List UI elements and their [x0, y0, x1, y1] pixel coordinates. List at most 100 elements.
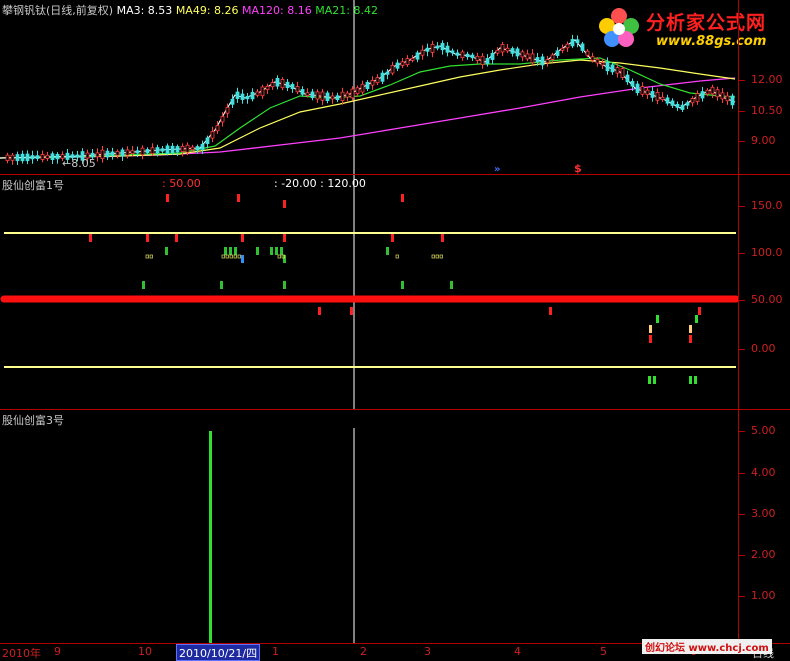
- arrow-signal-marker: »: [494, 164, 500, 174]
- date-axis[interactable]: 2010年 9 10 2010/10/21/四 1 2 3 4 5 6 日线 创…: [0, 639, 790, 661]
- candle-body: [425, 47, 430, 52]
- candle-body: [100, 149, 105, 160]
- indicator1-marker: [175, 234, 178, 242]
- indicator1-marker: [549, 307, 552, 315]
- candle-body: [375, 77, 380, 84]
- candle-body: [205, 137, 210, 145]
- candle-body: [320, 91, 325, 101]
- indicator1-marker: [229, 247, 232, 255]
- candle-body: [260, 86, 265, 97]
- candle-body: [145, 149, 150, 154]
- indicator1-marker: [165, 247, 168, 255]
- ma21-line: [0, 57, 736, 159]
- indicator1-axis-label: 50.00: [751, 293, 783, 306]
- indicator1-markers: [89, 194, 701, 384]
- candle-body: [5, 154, 10, 161]
- ma49-value: MA49: 8.26: [175, 4, 239, 17]
- candle-body: [235, 91, 240, 99]
- indicator3-panel[interactable]: 股仙创富3号: [0, 410, 738, 643]
- indicator1-marker: [694, 376, 697, 384]
- indicator1-small-marker: [431, 254, 435, 259]
- price-axis-label: 9.00: [751, 134, 776, 147]
- indicator3-axis-label: 5.00: [751, 424, 776, 437]
- indicator1-marker: [283, 234, 286, 242]
- candle-body: [240, 93, 245, 100]
- candle-body: [330, 95, 335, 100]
- indicator1-panel[interactable]: 股仙创富1号 : 50.00 : -20.00 : 120.00: [0, 175, 738, 409]
- ma3-value: MA3: 8.53: [116, 4, 173, 17]
- indicator1-marker: [698, 307, 701, 315]
- candle-body: [625, 74, 630, 83]
- indicator1-small-marker: [145, 254, 149, 259]
- candle-body: [170, 145, 175, 154]
- candle-body: [340, 91, 345, 102]
- indicator3-axis-label: 3.00: [751, 507, 776, 520]
- candle-body: [110, 151, 115, 156]
- candle-body: [555, 50, 560, 56]
- candle-body: [705, 89, 710, 95]
- indicator1-marker: [142, 281, 145, 289]
- indicator1-marker: [270, 247, 273, 255]
- candle-body: [695, 93, 700, 102]
- indicator1-value-b-text: : -20.00: [274, 177, 317, 190]
- indicator1-marker: [391, 234, 394, 242]
- candle-body: [485, 58, 490, 65]
- candle-body: [660, 96, 665, 100]
- candle-body: [195, 146, 200, 151]
- date-month: 4: [514, 645, 521, 658]
- candle-body: [45, 154, 50, 159]
- candle-body: [430, 44, 435, 53]
- candle-body: [685, 102, 690, 106]
- indicator1-title-line: 股仙创富1号: [2, 177, 64, 193]
- candle-body: [585, 50, 590, 56]
- candle-body: [500, 44, 505, 53]
- candle-body: [210, 131, 215, 139]
- indicator1-marker: [275, 247, 278, 255]
- candle-body: [605, 61, 610, 72]
- candle-body: [700, 91, 705, 99]
- date-month: 5: [600, 645, 607, 658]
- candle-body: [105, 150, 110, 158]
- candle-body: [450, 50, 455, 54]
- date-month: 9: [54, 645, 61, 658]
- candle-body: [640, 86, 645, 95]
- candle-body: [645, 89, 650, 96]
- indicator1-marker: [220, 281, 223, 289]
- candle-body: [665, 97, 670, 104]
- candle-body: [635, 83, 640, 94]
- indicator1-small-marker: [149, 254, 153, 259]
- low-price-marker: ←8.05: [62, 157, 96, 170]
- candle-body: [250, 91, 255, 100]
- candle-body: [290, 83, 295, 90]
- indicator1-value-b: : -20.00 : 120.00: [274, 177, 366, 190]
- indicator3-axis-label: 2.00: [751, 548, 776, 561]
- candle-body: [125, 149, 130, 156]
- indicator1-small-marker: [233, 254, 237, 259]
- candle-body: [160, 148, 165, 152]
- candle-body: [165, 145, 170, 154]
- candle-body: [365, 81, 370, 90]
- candle-body: [300, 89, 305, 95]
- candle-body: [390, 64, 395, 74]
- candle-body: [455, 52, 460, 56]
- candle-body: [150, 147, 155, 154]
- candle-body: [630, 80, 635, 87]
- candlesticks: [5, 34, 735, 166]
- indicator1-small-marker: [439, 254, 443, 259]
- indicator1-marker: [166, 194, 169, 202]
- candle-body: [40, 154, 45, 160]
- candle-body: [50, 153, 55, 161]
- indicator1-value-c-text: : 120.00: [320, 177, 366, 190]
- watermark: 创幻论坛 www.chcj.com: [642, 639, 772, 654]
- indicator3-axis: 5.00 4.00 3.00 2.00 1.00: [738, 410, 790, 643]
- candle-body: [35, 155, 40, 159]
- candle-body: [190, 146, 195, 151]
- candle-body: [690, 98, 695, 104]
- indicator3-signal-bar: [209, 431, 212, 643]
- indicator1-marker: [649, 335, 652, 343]
- candle-body: [670, 100, 675, 106]
- candle-body: [345, 92, 350, 98]
- candle-body: [95, 152, 100, 158]
- candle-body: [520, 51, 525, 58]
- candle-body: [255, 91, 260, 96]
